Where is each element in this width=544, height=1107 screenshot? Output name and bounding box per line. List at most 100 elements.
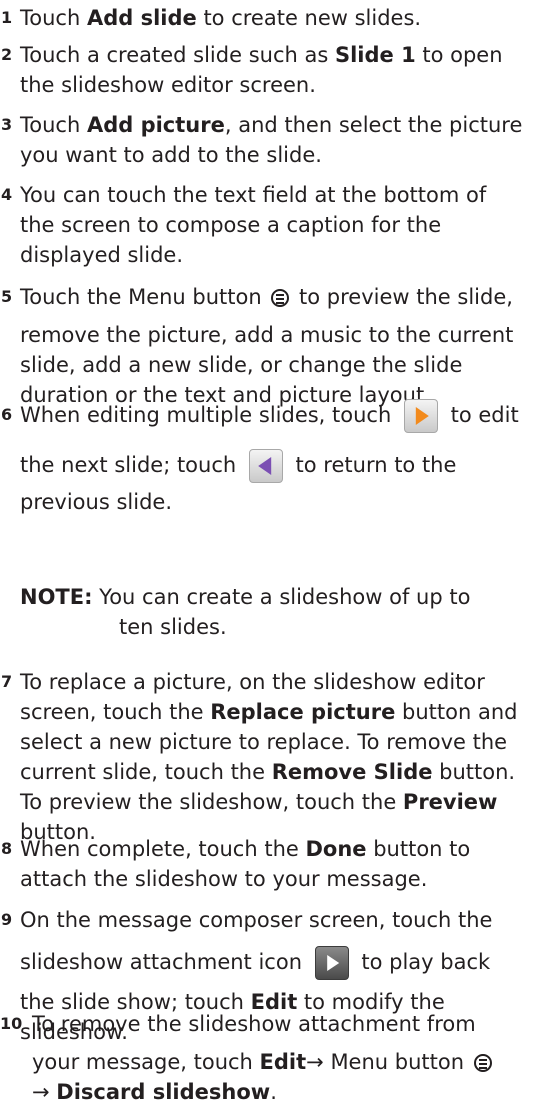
note-text-line-1: You can create a slideshow of up to	[92, 585, 471, 609]
text-run: Touch a created slide such as	[20, 43, 335, 67]
step-7-line-4: current slide, touch the Remove Slide bu…	[20, 757, 538, 787]
step-number: 3	[1, 115, 13, 134]
text-run: On the message composer screen, touch th…	[20, 908, 493, 932]
bold-term: Add picture	[86, 113, 225, 137]
step-10-line-3: → Discard slideshow.	[32, 1077, 538, 1107]
step-2-line-2: the slideshow editor screen.	[20, 70, 538, 100]
text-run: button and	[395, 700, 518, 724]
step-9-line-1: On the message composer screen, touch th…	[20, 905, 538, 935]
text-run: button.	[432, 760, 516, 784]
step-number: 7	[1, 672, 13, 691]
step-number: 2	[1, 45, 13, 64]
bold-term: Add slide	[86, 6, 197, 30]
text-run: When editing multiple slides, touch	[20, 403, 398, 427]
document-page: 1 Touch Add slide to create new slides. 2 T…	[0, 0, 544, 1106]
step-7-line-3: select a new picture to replace. To remo…	[20, 727, 538, 757]
text-run: to edit	[443, 403, 519, 427]
step-7: 7 To replace a picture, on the slideshow …	[0, 667, 538, 847]
bold-term: Done	[305, 837, 367, 861]
step-number: 8	[1, 839, 13, 858]
slideshow-play-icon	[314, 946, 349, 980]
step-8: 8 When complete, touch the Done button to…	[0, 834, 538, 894]
text-run: select a new picture to replace. To remo…	[20, 730, 508, 754]
step-number: 10	[0, 1014, 23, 1033]
text-run: displayed slide.	[20, 243, 184, 267]
menu-button-icon	[271, 289, 290, 307]
text-run: screen, touch the	[20, 700, 211, 724]
step-number: 1	[1, 8, 13, 27]
menu-button-icon	[473, 1054, 492, 1072]
step-5-line-2: remove the picture, add a music to the c…	[20, 320, 538, 350]
previous-slide-icon	[248, 449, 283, 483]
step-1: 1 Touch Add slide to create new slides.	[0, 3, 538, 33]
text-run: remove the picture, add a music to the c…	[20, 323, 514, 347]
text-run: current slide, touch the	[20, 760, 272, 784]
step-2-line-1: Touch a created slide such as Slide 1 to…	[20, 40, 538, 70]
text-run: attach the slideshow to your message.	[20, 867, 428, 891]
text-run: the slideshow editor screen.	[20, 73, 316, 97]
text-run: the screen to compose a caption for the	[20, 213, 442, 237]
step-9-line-2: slideshow attachment icon to play back	[20, 943, 538, 981]
step-8-line-2: attach the slideshow to your message.	[20, 864, 538, 894]
text-run: To remove the slideshow attachment from	[32, 1012, 476, 1036]
note-block: NOTE: You can create a slideshow of up t…	[20, 582, 520, 642]
text-run: button to	[366, 837, 471, 861]
bold-term: Edit	[259, 1050, 307, 1074]
step-6: 6 When editing multiple slides, touch to …	[0, 393, 538, 517]
text-run: to preview the slide,	[292, 285, 513, 309]
bold-term: Replace picture	[210, 700, 396, 724]
text-run: .	[270, 1080, 277, 1104]
note-text-line-2: ten slides.	[119, 615, 227, 639]
step-10: 10 To remove the slideshow attachment fro…	[0, 1009, 538, 1107]
note-label: NOTE:	[20, 585, 93, 609]
step-7-line-1: To replace a picture, on the slideshow e…	[20, 667, 538, 697]
text-run: To replace a picture, on the slideshow e…	[20, 670, 485, 694]
step-10-line-2: your message, touch Edit→ Menu button	[32, 1047, 538, 1077]
text-run: the next slide; touch	[20, 453, 243, 477]
text-run: Touch the Menu button	[20, 285, 269, 309]
text-run: To preview the slideshow, touch the	[20, 790, 403, 814]
step-5-line-1: Touch the Menu button to preview the sli…	[20, 282, 538, 312]
step-7-line-2: screen, touch the Replace picture button…	[20, 697, 538, 727]
step-5-line-3: slide, add a new slide, or change the sl…	[20, 350, 538, 380]
step-number: 9	[1, 910, 13, 929]
bold-term: Slide 1	[334, 43, 416, 67]
step-6-line-3: previous slide.	[20, 487, 538, 517]
text-run: to play back	[354, 950, 491, 974]
text-run: Touch	[20, 113, 87, 137]
text-run: to open	[415, 43, 503, 67]
text-run: to return to the	[288, 453, 457, 477]
step-3-line-2: you want to add to the slide.	[20, 140, 538, 170]
step-6-line-2: the next slide; touch to return to the	[20, 443, 538, 487]
text-run: When complete, touch the	[20, 837, 306, 861]
bold-term: Remove Slide	[271, 760, 433, 784]
step-2: 2 Touch a created slide such as Slide 1 t…	[0, 40, 538, 100]
text-run: slide, add a new slide, or change the sl…	[20, 353, 463, 377]
text-run: Touch	[20, 6, 87, 30]
step-6-line-1: When editing multiple slides, touch to e…	[20, 393, 538, 437]
text-run: to create new slides.	[196, 6, 422, 30]
step-4-line-1: You can touch the text field at the bott…	[20, 180, 538, 210]
text-run: previous slide.	[20, 490, 172, 514]
step-10-line-1: To remove the slideshow attachment from	[32, 1009, 538, 1039]
step-7-line-5: To preview the slideshow, touch the Prev…	[20, 787, 538, 817]
step-1-line-1: Touch Add slide to create new slides.	[20, 3, 538, 33]
step-4-line-3: displayed slide.	[20, 240, 538, 270]
step-number: 4	[1, 185, 13, 204]
text-run: your message, touch	[32, 1050, 260, 1074]
step-8-line-1: When complete, touch the Done button to	[20, 834, 538, 864]
bold-term: Preview	[402, 790, 498, 814]
next-slide-icon	[403, 399, 438, 433]
step-5: 5 Touch the Menu button to preview the sl…	[0, 282, 538, 410]
step-4: 4 You can touch the text field at the bot…	[0, 180, 538, 270]
text-run: , and then select the picture	[224, 113, 523, 137]
step-3: 3 Touch Add picture, and then select the …	[0, 110, 538, 170]
text-run: You can touch the text field at the bott…	[20, 183, 487, 207]
step-3-line-1: Touch Add picture, and then select the p…	[20, 110, 538, 140]
step-number: 5	[1, 287, 13, 306]
text-run: you want to add to the slide.	[20, 143, 322, 167]
text-run: → Menu button	[306, 1050, 471, 1074]
text-run: slideshow attachment icon	[20, 950, 309, 974]
text-run: →	[32, 1080, 57, 1104]
step-number: 6	[1, 405, 13, 424]
